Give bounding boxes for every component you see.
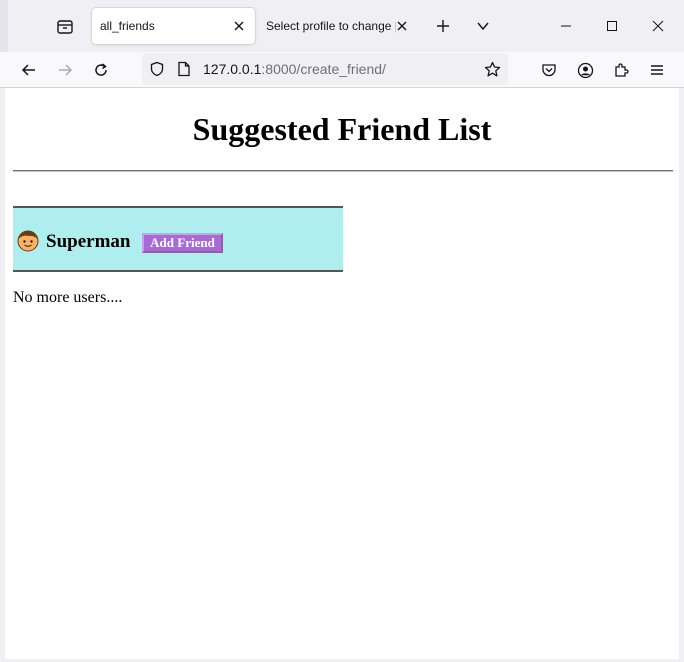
tab-list-icon — [57, 20, 73, 34]
chevron-down-icon — [477, 22, 489, 31]
site-info-button[interactable] — [175, 60, 193, 78]
extensions-button[interactable] — [606, 55, 636, 85]
empty-message: No more users.... — [13, 289, 123, 306]
account-button[interactable] — [570, 55, 600, 85]
close-icon — [397, 21, 407, 31]
account-icon — [577, 62, 593, 78]
minimize-icon — [561, 25, 571, 27]
tab-close-button[interactable] — [231, 18, 247, 34]
tab-strip-edge — [0, 0, 8, 52]
navigation-toolbar: 127.0.0.1:8000/create_friend/ — [0, 52, 684, 88]
url-path: :8000/create_friend/ — [261, 61, 386, 77]
tab-title: Select profile to change | D — [266, 19, 396, 33]
tab-close-button[interactable] — [394, 18, 410, 34]
list-all-tabs-button[interactable] — [469, 12, 497, 40]
menu-icon — [651, 65, 663, 75]
page-title: Suggested Friend List — [192, 111, 492, 147]
bookmark-button[interactable] — [483, 60, 501, 78]
tab-title: all_friends — [100, 19, 155, 33]
tab-all-friends[interactable]: all_friends — [92, 8, 255, 44]
pocket-button[interactable] — [534, 55, 564, 85]
friend-name: Superman — [46, 231, 131, 252]
page-content: Suggested Friend List Superman Add Frien… — [5, 89, 679, 662]
app-menu-button[interactable] — [642, 55, 672, 85]
pocket-icon — [542, 64, 556, 77]
url-host: 127.0.0.1 — [203, 61, 262, 77]
window-close-button[interactable] — [636, 8, 680, 44]
tab-strip: all_friends Select profile to change | D — [0, 0, 684, 52]
new-tab-button[interactable] — [429, 12, 457, 40]
add-friend-button[interactable]: Add Friend — [142, 233, 223, 253]
bookmark-star-icon — [484, 61, 500, 76]
reload-icon — [95, 63, 107, 76]
forward-arrow-icon — [59, 64, 73, 76]
window-frame-right — [679, 88, 684, 662]
tracking-protection-button[interactable] — [148, 60, 166, 78]
minimize-button[interactable] — [544, 8, 588, 44]
maximize-icon — [607, 21, 617, 31]
friend-card: Superman Add Friend — [13, 206, 343, 272]
tab-list-button[interactable] — [50, 12, 80, 42]
address-bar[interactable]: 127.0.0.1:8000/create_friend/ — [142, 53, 508, 85]
extensions-icon — [615, 63, 629, 77]
avatar-icon — [17, 230, 39, 252]
shield-icon — [150, 61, 164, 77]
maximize-button[interactable] — [590, 8, 634, 44]
url-text[interactable]: 127.0.0.1:8000/create_friend/ — [203, 61, 386, 77]
close-icon — [234, 21, 244, 31]
back-arrow-icon — [21, 64, 35, 76]
reload-button[interactable] — [86, 55, 116, 85]
title-divider — [13, 170, 673, 172]
window-close-icon — [652, 20, 664, 32]
page-icon — [178, 61, 190, 77]
back-button[interactable] — [14, 55, 44, 85]
tab-select-profile[interactable]: Select profile to change | D — [258, 8, 418, 44]
new-tab-icon — [437, 20, 449, 32]
forward-button[interactable] — [50, 55, 80, 85]
